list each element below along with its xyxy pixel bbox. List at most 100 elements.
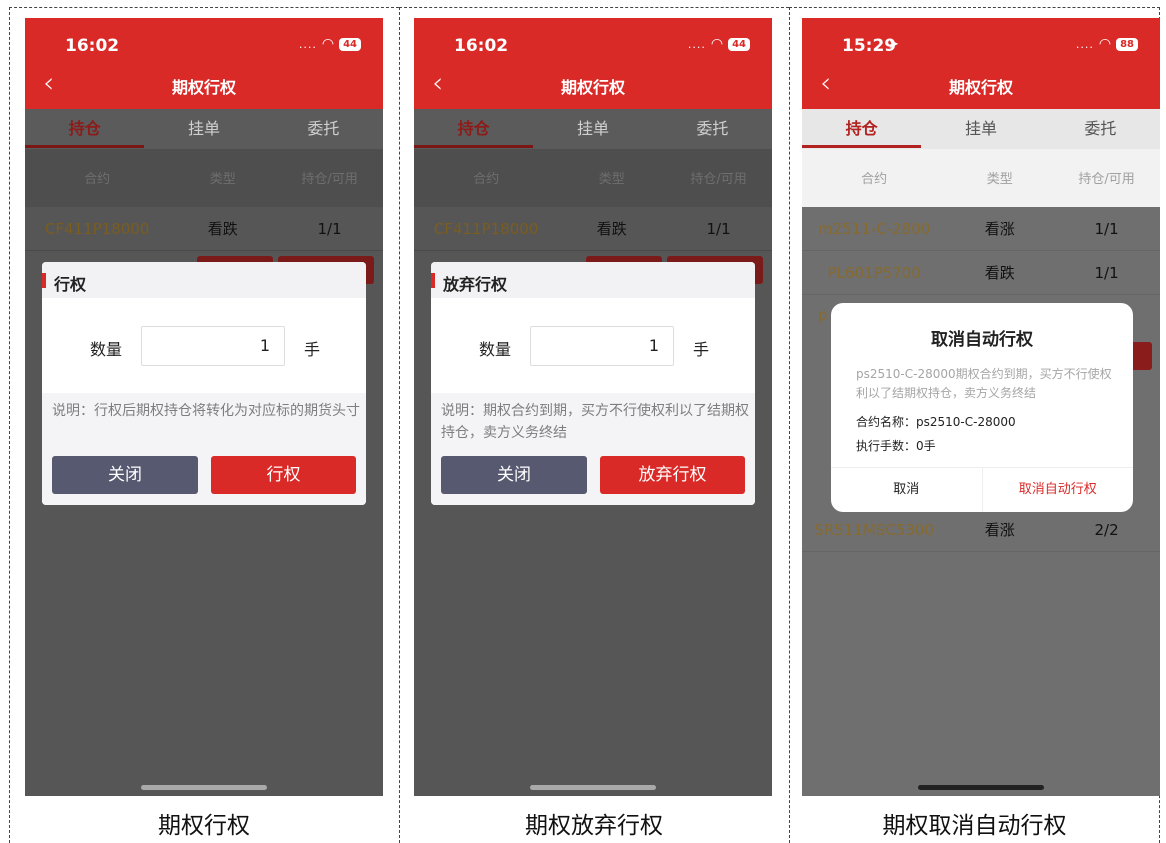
page-title: 期权行权 (171, 78, 236, 97)
holding-available: 1/1 (1094, 263, 1119, 282)
close-button[interactable]: 关闭 (441, 456, 587, 494)
signal-icon: .... (687, 37, 706, 51)
caption-cancel-auto: 期权取消自动行权 (882, 813, 1067, 839)
page-title: 期权行权 (948, 78, 1013, 97)
close-button[interactable]: 关闭 (52, 456, 198, 494)
dialog-title: 放弃行权 (443, 275, 508, 294)
column-header: 持仓/可用 (690, 172, 747, 187)
table-row[interactable]: CF411P18000 看跌 1/1 (414, 207, 772, 251)
status-icons: .... ◠ 44 (688, 36, 750, 52)
alert-description: ps2510-C-28000期权合约到期，买方不行使权利以了结期权持仓，卖方义务… (856, 367, 1112, 400)
caption-abandon: 期权放弃行权 (525, 813, 663, 839)
contract-code: CF411P18000 (433, 219, 539, 238)
holding-available: 1/1 (317, 219, 342, 238)
signal-icon: .... (1075, 37, 1094, 51)
contract-code: PL601P5700 (827, 263, 921, 282)
status-time: 16:02 (65, 36, 120, 56)
tab-bar: 持仓 挂单 委托 (25, 109, 383, 149)
tab-bar: 持仓 挂单 委托 (802, 109, 1160, 149)
holding-available: 2/2 (1094, 520, 1119, 539)
battery-icon: 88 (1116, 37, 1138, 51)
quantity-label: 数量 (90, 340, 123, 359)
phone-screen-exercise: 16:02 .... ◠ 44 ‹ 期权行权 持仓 挂单 委托 合约 类型 持仓… (25, 18, 383, 796)
quantity-unit: 手 (693, 340, 710, 359)
tab-orders[interactable]: 委托 (264, 109, 383, 149)
contract-code: m2511-C-2800 (818, 219, 931, 238)
column-header: 类型 (598, 172, 625, 187)
column-header: 合约 (84, 172, 111, 187)
status-icons: .... ◠ 88 (1076, 36, 1138, 52)
column-header: 合约 (473, 172, 500, 187)
status-time: 16:02 (454, 36, 509, 56)
quantity-input[interactable]: 1 (530, 326, 674, 366)
exercise-button[interactable]: 行权 (211, 456, 356, 494)
wifi-icon: ◠ (321, 36, 335, 52)
home-indicator (141, 785, 267, 790)
abandon-exercise-button[interactable]: 放弃行权 (600, 456, 745, 494)
tab-pending[interactable]: 挂单 (533, 109, 652, 149)
location-arrow-icon: ➤ (888, 37, 899, 52)
alert-footer: 取消 取消自动行权 (831, 467, 1133, 512)
table-row[interactable]: m2511-C-2800 看涨 1/1 (802, 207, 1160, 251)
cancel-auto-exercise-button[interactable]: 取消自动行权 (983, 468, 1134, 512)
option-type: 看涨 (984, 521, 1015, 539)
tab-orders[interactable]: 委托 (653, 109, 772, 149)
tab-pending[interactable]: 挂单 (144, 109, 263, 149)
column-header: 持仓/可用 (301, 172, 358, 187)
phone-screen-abandon: 16:02 .... ◠ 44 ‹ 期权行权 持仓 挂单 委托 合约 类型 持仓… (414, 18, 772, 796)
quantity-unit: 手 (304, 340, 321, 359)
nav-bar: 16:02 .... ◠ 44 ‹ 期权行权 (25, 18, 383, 109)
exercise-qty-line: 执行手数：0手 (856, 439, 936, 453)
wifi-icon: ◠ (710, 36, 724, 52)
caption-exercise: 期权行权 (158, 813, 250, 839)
option-type: 看跌 (596, 220, 627, 238)
table-header: 合约 类型 持仓/可用 (802, 149, 1160, 207)
table-header: 合约 类型 持仓/可用 (414, 149, 772, 207)
option-type: 看跌 (984, 264, 1015, 282)
contract-code: SR511MSC5300 (814, 520, 934, 539)
quantity-row: 数量 1 手 (431, 326, 755, 366)
dialog-header: 放弃行权 (431, 262, 755, 298)
alert-title: 取消自动行权 (931, 330, 1033, 350)
home-indicator (530, 785, 656, 790)
abandon-exercise-dialog: 放弃行权 数量 1 手 说明：期权合约到期，买方不行使权利以了结期权持仓，卖方义… (431, 262, 755, 505)
holding-available: 1/1 (706, 219, 731, 238)
quantity-label: 数量 (479, 340, 512, 359)
table-row[interactable]: PL601P5700 看跌 1/1 (802, 251, 1160, 295)
column-header: 类型 (209, 172, 236, 187)
dialog-header: 行权 (42, 262, 366, 298)
tab-positions[interactable]: 持仓 (25, 109, 145, 149)
quantity-input[interactable]: 1 (141, 326, 285, 366)
wifi-icon: ◠ (1098, 36, 1112, 52)
battery-icon: 44 (339, 37, 361, 51)
table-row[interactable]: SR511MSC5300 看涨 2/2 (802, 508, 1160, 552)
status-icons: .... ◠ 44 (299, 36, 361, 52)
dialog-title: 行权 (54, 275, 87, 294)
table-header: 合约 类型 持仓/可用 (25, 149, 383, 207)
option-type: 看涨 (984, 220, 1015, 238)
home-indicator (918, 785, 1044, 790)
quantity-row: 数量 1 手 (42, 326, 366, 366)
page-title: 期权行权 (560, 78, 625, 97)
column-header: 合约 (861, 172, 888, 187)
contract-code: CF411P18000 (44, 219, 150, 238)
battery-icon: 44 (728, 37, 750, 51)
contract-name-line: 合约名称：ps2510-C-28000 (856, 415, 1016, 429)
column-header: 类型 (986, 172, 1013, 187)
table-row[interactable]: CF411P18000 看跌 1/1 (25, 207, 383, 251)
tab-positions[interactable]: 持仓 (802, 109, 922, 149)
contract-code-partial: p (818, 306, 828, 324)
tab-orders[interactable]: 委托 (1041, 109, 1160, 149)
nav-bar: 15:29 ➤ .... ◠ 88 ‹ 期权行权 (802, 18, 1160, 109)
cancel-auto-exercise-alert: 取消自动行权 ps2510-C-28000期权合约到期，买方不行使权利以了结期权… (831, 303, 1133, 512)
tab-positions[interactable]: 持仓 (414, 109, 534, 149)
nav-bar: 16:02 .... ◠ 44 ‹ 期权行权 (414, 18, 772, 109)
dialog-note: 说明：期权合约到期，买方不行使权利以了结期权持仓，卖方义务终结 (441, 403, 749, 441)
option-type: 看跌 (207, 220, 238, 238)
tab-pending[interactable]: 挂单 (921, 109, 1040, 149)
tab-bar: 持仓 挂单 委托 (414, 109, 772, 149)
dialog-note: 说明：行权后期权持仓将转化为对应标的期货头寸 (52, 403, 360, 419)
cancel-button[interactable]: 取消 (831, 468, 983, 512)
signal-icon: .... (298, 37, 317, 51)
phone-screen-cancel-auto: 15:29 ➤ .... ◠ 88 ‹ 期权行权 持仓 挂单 委托 合约 类型 … (802, 18, 1160, 796)
